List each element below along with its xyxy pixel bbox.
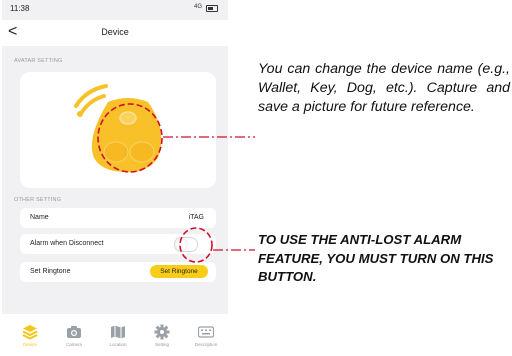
avatar-highlight-circle — [97, 103, 163, 173]
device-name-instruction: You can change the device name (e.g., Wa… — [258, 61, 510, 115]
annotation-overlay — [97, 103, 255, 263]
toggle-highlight-circle — [179, 227, 213, 263]
alarm-instruction: TO USE THE ANTI-LOST ALARM FEATURE, YOU … — [258, 232, 494, 284]
